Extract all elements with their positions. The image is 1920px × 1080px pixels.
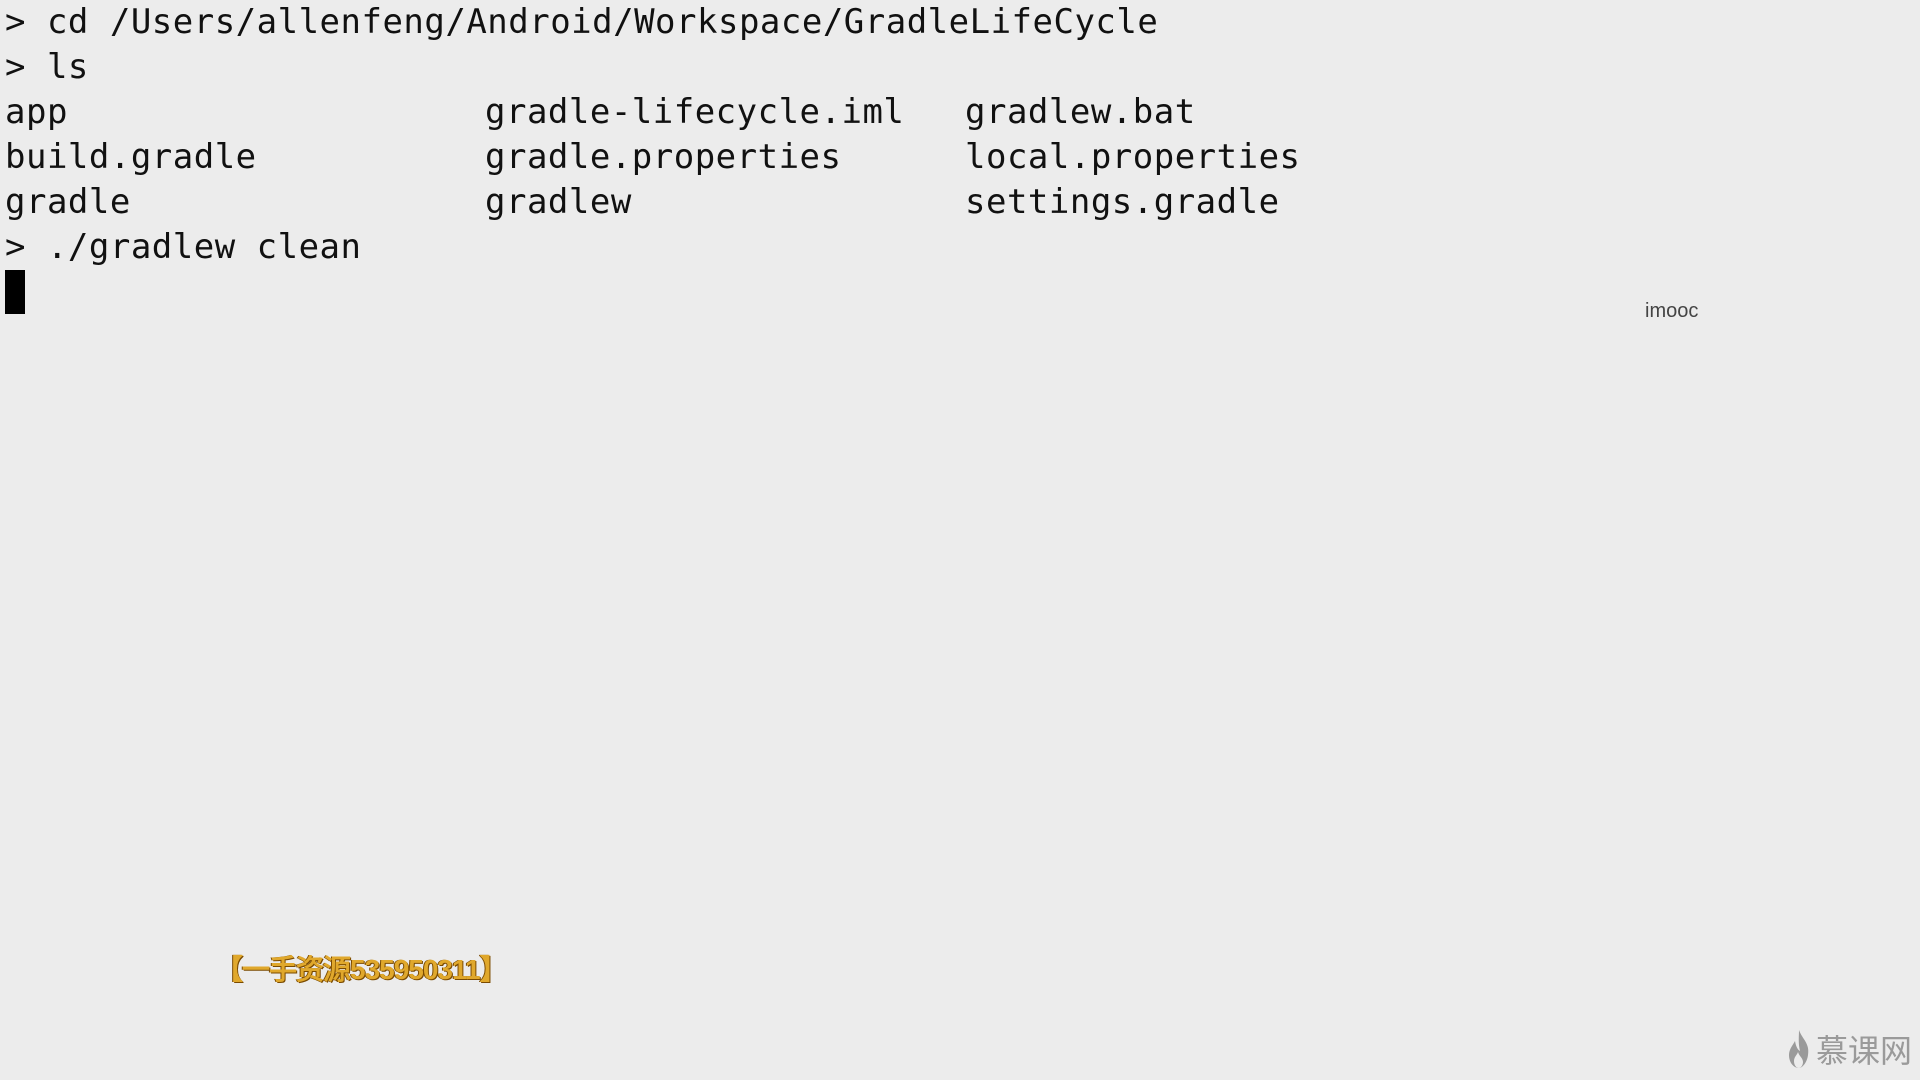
file-entry: gradle.properties [485,137,842,177]
terminal-line-clean: > ./gradlew clean [5,227,362,267]
file-entry: settings.gradle [965,182,1280,222]
ls-output-row: gradle gradlew settings.gradle [5,180,1905,225]
file-entry: gradlew [485,182,632,222]
file-entry: gradlew.bat [965,92,1196,132]
brand-logo: 慕课网 [1786,1026,1912,1072]
file-entry: local.properties [965,137,1301,177]
terminal-input-line[interactable] [5,270,1905,315]
terminal-line-ls: > ls [5,47,89,87]
terminal-line-cd: > cd /Users/allenfeng/Android/Workspace/… [5,2,1159,42]
ls-output-row: build.gradle gradle.properties local.pro… [5,135,1905,180]
file-entry: gradle [5,182,131,222]
file-entry: app [5,92,68,132]
terminal-window[interactable]: > cd /Users/allenfeng/Android/Workspace/… [5,0,1905,315]
file-entry: build.gradle [5,137,257,177]
imooc-label: imooc [1645,300,1699,322]
ls-output-row: app gradle-lifecycle.iml gradlew.bat [5,90,1905,135]
file-entry: gradle-lifecycle.iml [485,92,905,132]
resource-watermark: 【一手资源535950311】 [215,954,508,985]
brand-logo-text: 慕课网 [1815,1033,1912,1069]
flame-icon [1786,1029,1812,1069]
terminal-cursor [5,270,25,314]
